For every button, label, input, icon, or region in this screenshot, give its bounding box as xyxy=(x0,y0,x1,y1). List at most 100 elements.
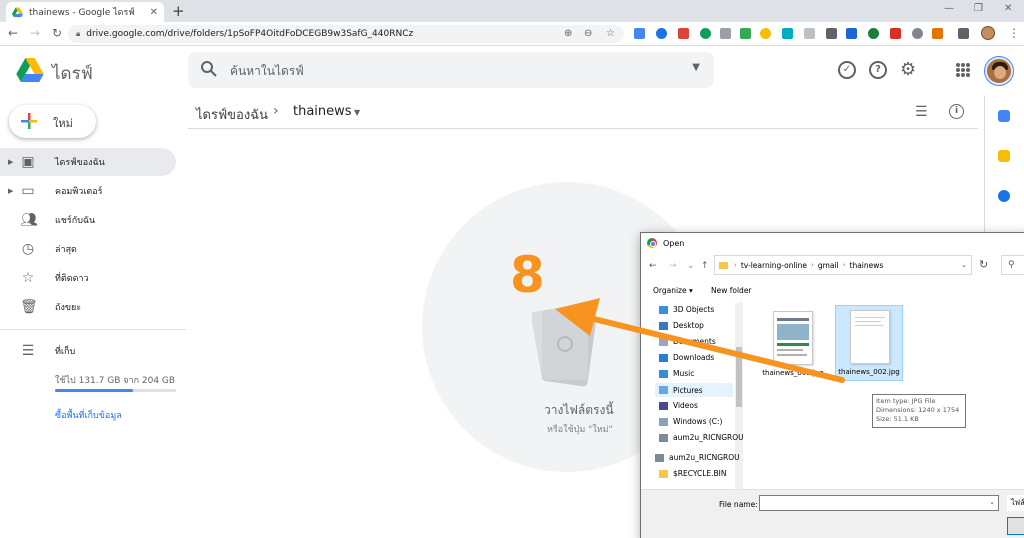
extension-teal-icon[interactable] xyxy=(782,28,793,39)
account-avatar[interactable] xyxy=(985,57,1013,85)
extension-yellow-icon[interactable] xyxy=(760,28,771,39)
reload-icon[interactable]: ↻ xyxy=(52,26,62,40)
extension-orange-icon[interactable] xyxy=(932,28,943,39)
downloads-icon xyxy=(659,353,668,362)
buy-storage-link[interactable]: ซื้อพื้นที่เก็บข้อมูล xyxy=(55,408,122,422)
trash-icon: 🗑︎ xyxy=(20,299,38,315)
extension-puzzle-icon[interactable] xyxy=(890,28,901,39)
list-view-icon[interactable]: ☰ xyxy=(915,104,928,120)
back-icon[interactable]: ← xyxy=(8,26,18,40)
calendar-addon-icon[interactable] xyxy=(998,110,1010,122)
profile-avatar-small[interactable] xyxy=(981,26,995,40)
file-item-selected[interactable]: thainews_002.jpg xyxy=(835,305,903,381)
tasks-addon-icon[interactable] xyxy=(998,190,1010,202)
dialog-recent-icon[interactable]: ⌄ xyxy=(687,261,695,271)
extension-menu-icon[interactable] xyxy=(958,28,969,39)
close-tab-icon[interactable]: ✕ xyxy=(150,7,158,18)
sidebar-item-my-drive[interactable]: ▶ ▣ ไดรฟ์ของฉัน xyxy=(0,148,176,176)
minimize-icon[interactable]: — xyxy=(944,3,954,14)
tree-item-network-drive[interactable]: aum2u_RICNGROU xyxy=(659,433,744,442)
extension-leaf-icon[interactable] xyxy=(868,28,879,39)
path-segment[interactable]: gmail xyxy=(818,261,839,270)
settings-gear-icon[interactable]: ⚙ xyxy=(900,59,916,80)
keep-addon-icon[interactable] xyxy=(998,150,1010,162)
folder-tree-scrollbar[interactable] xyxy=(735,303,743,493)
organize-button[interactable]: Organize ▾ xyxy=(653,286,693,295)
extension-green-icon[interactable] xyxy=(700,28,711,39)
sidebar-item-storage[interactable]: ☰ ที่เก็บ xyxy=(0,337,176,365)
breadcrumb-my-drive[interactable]: ไดรฟ์ของฉัน xyxy=(196,104,268,125)
extension-drive-icon[interactable] xyxy=(634,28,645,39)
path-dropdown-icon[interactable]: ⌄ xyxy=(961,261,967,269)
drop-zone-subtitle: หรือใช้ปุ่ม "ใหม่" xyxy=(547,425,613,435)
expand-arrow-icon[interactable]: ▶ xyxy=(8,187,13,195)
address-bar[interactable]: 🔒︎ drive.google.com/drive/folders/1pSoFP… xyxy=(68,25,624,43)
breadcrumb-current-folder[interactable]: thainews xyxy=(293,104,352,119)
help-icon[interactable]: ? xyxy=(869,61,887,79)
path-chevron-icon: › xyxy=(734,261,737,269)
tree-item-recycle-bin[interactable]: $RECYCLE.BIN xyxy=(659,469,727,478)
sidebar-item-trash[interactable]: 🗑︎ ถังขยะ xyxy=(0,293,176,321)
offline-ready-icon[interactable]: ✓ xyxy=(838,61,856,79)
filename-dropdown-icon[interactable]: ⌄ xyxy=(989,498,995,506)
extension-translate-icon[interactable] xyxy=(846,28,857,39)
file-item[interactable]: thainews_001.jpg xyxy=(759,307,827,383)
dialog-search-icon[interactable]: ⚲ xyxy=(1001,255,1024,275)
apps-grid-icon[interactable] xyxy=(956,63,970,77)
dialog-up-icon[interactable]: ↑ xyxy=(701,261,709,271)
dialog-address-bar[interactable]: › tv-learning-online › gmail › thainews … xyxy=(714,255,972,275)
details-info-icon[interactable]: i xyxy=(949,104,964,119)
tree-item-documents[interactable]: Documents xyxy=(659,337,716,346)
sidebar-item-computers[interactable]: ▶ ▭ คอมพิวเตอร์ xyxy=(0,177,176,205)
drive-search-box[interactable]: ค้นหาในไดรฟ์ ▼ xyxy=(188,52,714,88)
tree-item-windows-c[interactable]: Windows (C:) xyxy=(659,417,722,426)
search-icon[interactable] xyxy=(200,60,218,78)
breadcrumb-separator-icon: › xyxy=(273,103,279,119)
tree-item-desktop[interactable]: Desktop xyxy=(659,321,704,330)
documents-icon xyxy=(659,337,668,346)
dialog-back-icon[interactable]: ← xyxy=(649,261,657,271)
folder-menu-caret-icon[interactable]: ▼ xyxy=(354,108,360,117)
sidebar-item-recent[interactable]: ◷ ล่าสุด xyxy=(0,235,176,263)
new-button[interactable]: ใหม่ xyxy=(9,105,96,138)
new-tab-icon[interactable]: + xyxy=(172,2,185,20)
zoom-icon[interactable]: ⊖ xyxy=(584,25,592,43)
tree-item-music[interactable]: Music xyxy=(659,369,694,378)
drive-brand-title[interactable]: ไดรฟ์ xyxy=(52,60,93,87)
expand-arrow-icon[interactable]: ▶ xyxy=(8,158,13,166)
new-folder-button[interactable]: New folder xyxy=(711,286,752,295)
sidebar-item-shared[interactable]: 👥︎ แชร์กับฉัน xyxy=(0,206,176,234)
drop-files-illustration-icon xyxy=(532,305,597,387)
tree-item-downloads[interactable]: Downloads xyxy=(659,353,714,362)
maximize-icon[interactable]: ❐ xyxy=(974,3,983,14)
tree-item-network-drive-2[interactable]: aum2u_RICNGROU xyxy=(655,453,740,462)
file-type-select[interactable]: ไฟล์ xyxy=(1007,495,1024,511)
extension-loader-icon[interactable] xyxy=(912,28,923,39)
extension-sheet-icon[interactable] xyxy=(740,28,751,39)
path-segment[interactable]: thainews xyxy=(850,261,884,270)
drive-logo-icon[interactable] xyxy=(16,58,44,82)
extension-red-icon[interactable] xyxy=(678,28,689,39)
tree-item-videos[interactable]: Videos xyxy=(659,401,698,410)
tree-item-3d-objects[interactable]: 3D Objects xyxy=(659,305,714,314)
extension-blue-icon[interactable] xyxy=(656,28,667,39)
forward-icon[interactable]: → xyxy=(30,26,40,40)
chrome-menu-icon[interactable]: ⋮ xyxy=(1008,26,1020,40)
close-window-icon[interactable]: ✕ xyxy=(1004,3,1012,14)
browser-tab[interactable]: thainews - Google ไดรฟ์ ✕ xyxy=(6,2,164,22)
extension-dark-icon[interactable] xyxy=(826,28,837,39)
sidebar-item-starred[interactable]: ☆ ที่ติดดาว xyxy=(0,264,176,292)
clock-icon: ◷ xyxy=(21,241,35,257)
path-segment[interactable]: tv-learning-online xyxy=(741,261,807,270)
tree-item-pictures[interactable]: Pictures xyxy=(655,383,733,397)
browser-tab-strip: thainews - Google ไดรฟ์ ✕ + — ❐ ✕ xyxy=(0,0,1024,22)
dialog-forward-icon[interactable]: → xyxy=(669,261,677,271)
search-options-icon[interactable]: ▼ xyxy=(692,62,700,73)
extension-gray-icon[interactable] xyxy=(804,28,815,39)
extension-camera-icon[interactable] xyxy=(720,28,731,39)
open-button[interactable] xyxy=(1007,517,1024,535)
filename-input[interactable]: ⌄ xyxy=(759,495,999,511)
bookmark-star-icon[interactable]: ☆ xyxy=(606,25,615,43)
dialog-refresh-icon[interactable]: ↻ xyxy=(979,258,988,271)
install-icon[interactable]: ⊕ xyxy=(564,25,572,43)
